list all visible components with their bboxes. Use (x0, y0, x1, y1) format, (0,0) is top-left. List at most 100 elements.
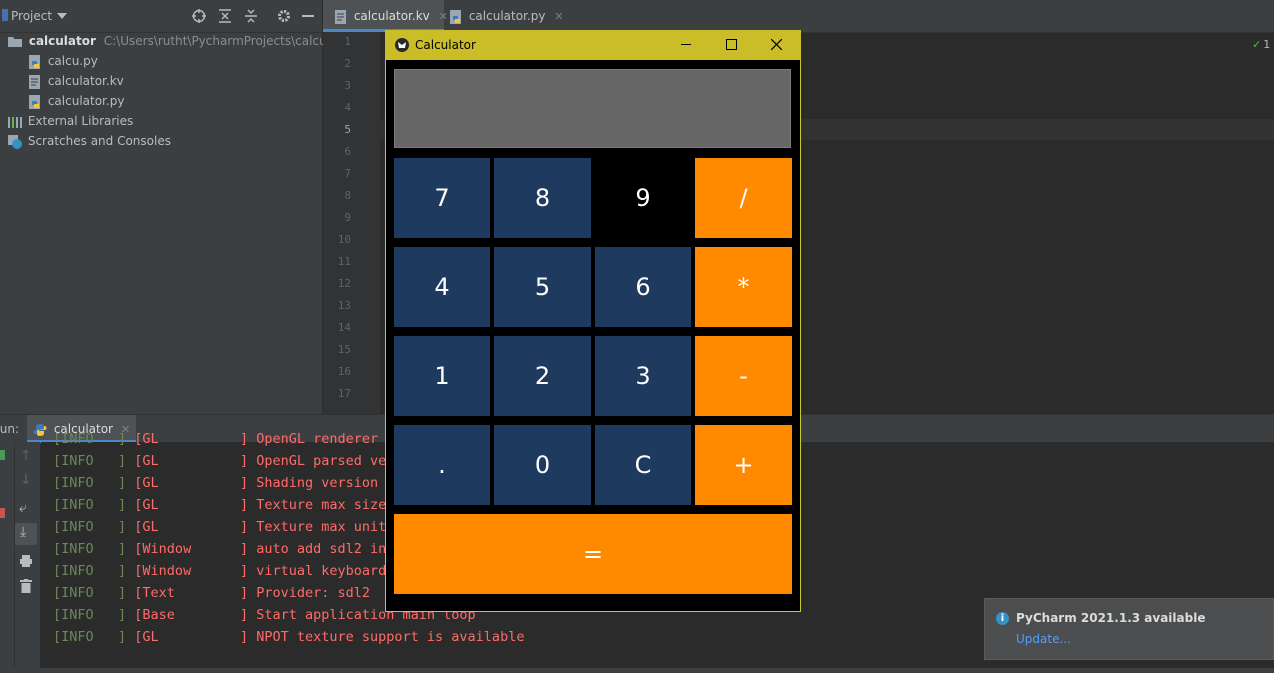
check-icon: ✓ (1252, 38, 1262, 51)
line-number: 16 (337, 365, 351, 378)
button-5[interactable]: 5 (494, 247, 591, 327)
tree-root[interactable]: calculator C:\Users\rutht\PycharmProject… (8, 31, 354, 51)
info-icon: i (996, 612, 1009, 625)
tree-file-calculator-py[interactable]: calculator.py (28, 91, 124, 111)
log-level: [INFO ] (53, 475, 127, 491)
close-icon[interactable] (771, 39, 782, 50)
log-module: [Base ] (134, 607, 249, 623)
run-label: Run: (0, 422, 20, 436)
gear-icon[interactable] (277, 9, 291, 23)
inspection-count: 1 (1263, 38, 1271, 51)
log-module: [GL ] (134, 453, 249, 469)
button-7[interactable]: 7 (394, 158, 490, 238)
close-icon[interactable]: ✕ (554, 10, 563, 23)
line-number: 13 (337, 299, 351, 312)
line-number: 6 (344, 145, 351, 158)
tree-external-libraries[interactable]: External Libraries (8, 111, 133, 131)
button-equals[interactable]: = (394, 514, 792, 594)
chevron-down-icon[interactable] (57, 13, 67, 19)
arrow-up-icon[interactable]: ↑ (20, 448, 32, 464)
log-line: [INFO ] [GL ] NPOT texture support is av… (53, 626, 524, 648)
minimize-icon[interactable] (681, 44, 691, 45)
button-2[interactable]: 2 (494, 336, 591, 416)
hide-icon[interactable] (302, 15, 314, 17)
log-line: [INFO ] [Window ] auto add sdl2 input (53, 538, 411, 560)
inspection-widget[interactable]: ✓ 1 (1252, 38, 1270, 51)
print-icon[interactable] (19, 554, 33, 568)
tree-scratches[interactable]: Scratches and Consoles (8, 131, 171, 151)
log-level: [INFO ] (53, 607, 127, 623)
log-message: Shading version < (256, 475, 395, 491)
log-module: [GL ] (134, 475, 249, 491)
log-module: [GL ] (134, 629, 249, 645)
tab-calculator-kv[interactable]: calculator.kv ✕ (323, 0, 448, 32)
stop-icon[interactable] (0, 508, 5, 518)
button-clear[interactable]: C (595, 425, 691, 505)
tab-calculator-py[interactable]: calculator.py ✕ (450, 0, 563, 32)
text-file-icon (29, 74, 40, 89)
button-6[interactable]: 6 (595, 247, 691, 327)
window-title: Calculator (415, 38, 476, 52)
line-number: 9 (344, 211, 351, 224)
close-icon[interactable]: ✕ (439, 10, 448, 23)
tree-file-calcu-py[interactable]: calcu.py (28, 51, 98, 71)
collapse-all-icon[interactable] (244, 9, 258, 23)
locate-icon[interactable] (192, 9, 206, 23)
scratches-label: Scratches and Consoles (27, 134, 171, 148)
library-icon (8, 116, 22, 128)
root-path: C:\Users\rutht\PycharmProjects\calculato… (103, 34, 355, 48)
status-strip (0, 668, 1274, 673)
update-link[interactable]: Update... (1016, 632, 1071, 646)
line-number: 5 (344, 123, 351, 136)
tab-label: calculator.kv (353, 9, 430, 23)
project-panel-title[interactable]: Project (11, 9, 52, 23)
button-divide[interactable]: / (695, 158, 792, 238)
external-libraries-label: External Libraries (27, 114, 134, 128)
text-file-icon (335, 9, 346, 24)
python-file-icon (29, 94, 40, 109)
rerun-icon[interactable] (0, 450, 5, 460)
log-level: [INFO ] (53, 629, 127, 645)
line-number: 15 (337, 343, 351, 356)
update-notification[interactable]: i PyCharm 2021.1.3 available Update... (984, 598, 1274, 660)
tree-file-calculator-kv[interactable]: calculator.kv (28, 71, 124, 91)
line-number: 12 (337, 277, 351, 290)
run-toolbar: ↑ ↓ ⤶ ⤓ (0, 442, 40, 673)
log-level: [INFO ] (53, 431, 127, 447)
log-message: Texture max size (256, 497, 387, 513)
log-module: [GL ] (134, 431, 249, 447)
button-subtract[interactable]: - (695, 336, 792, 416)
log-module: [Window ] (134, 541, 249, 557)
button-4[interactable]: 4 (394, 247, 490, 327)
log-line: [INFO ] [GL ] OpenGL parsed version (53, 450, 427, 472)
python-file-icon (450, 9, 461, 24)
line-number: 8 (344, 189, 351, 202)
calculator-display[interactable] (394, 69, 791, 148)
button-1[interactable]: 1 (394, 336, 490, 416)
log-level: [INFO ] (53, 541, 127, 557)
project-panel-header: Project (0, 0, 322, 33)
button-8[interactable]: 8 (494, 158, 591, 238)
python-file-icon (29, 54, 40, 69)
trash-icon[interactable] (20, 579, 32, 593)
arrow-down-icon[interactable]: ↓ (20, 472, 32, 488)
button-add[interactable]: + (695, 425, 792, 505)
line-number: 17 (337, 387, 351, 400)
file-label: calculator.kv (47, 74, 124, 88)
maximize-icon[interactable] (726, 39, 737, 50)
button-0[interactable]: 0 (494, 425, 591, 505)
log-message: virtual keyboard (256, 563, 387, 579)
log-line: [INFO ] [Window ] virtual keyboard (53, 560, 386, 582)
button-decimal[interactable]: . (394, 425, 490, 505)
calculator-title-bar[interactable]: Calculator (385, 30, 801, 60)
tab-label: calculator.py (468, 9, 546, 23)
soft-wrap-icon[interactable]: ⤶ (19, 500, 27, 516)
log-module: [GL ] (134, 497, 249, 513)
line-number: 11 (337, 255, 351, 268)
button-3[interactable]: 3 (595, 336, 691, 416)
button-multiply[interactable]: * (695, 247, 792, 327)
log-line: [INFO ] [GL ] Texture max size (53, 494, 386, 516)
expand-all-icon[interactable] (218, 9, 232, 23)
button-9[interactable]: 9 (595, 158, 691, 238)
calculator-body: 7 8 9 / 4 5 6 * 1 2 3 - . 0 C + = (386, 60, 800, 611)
